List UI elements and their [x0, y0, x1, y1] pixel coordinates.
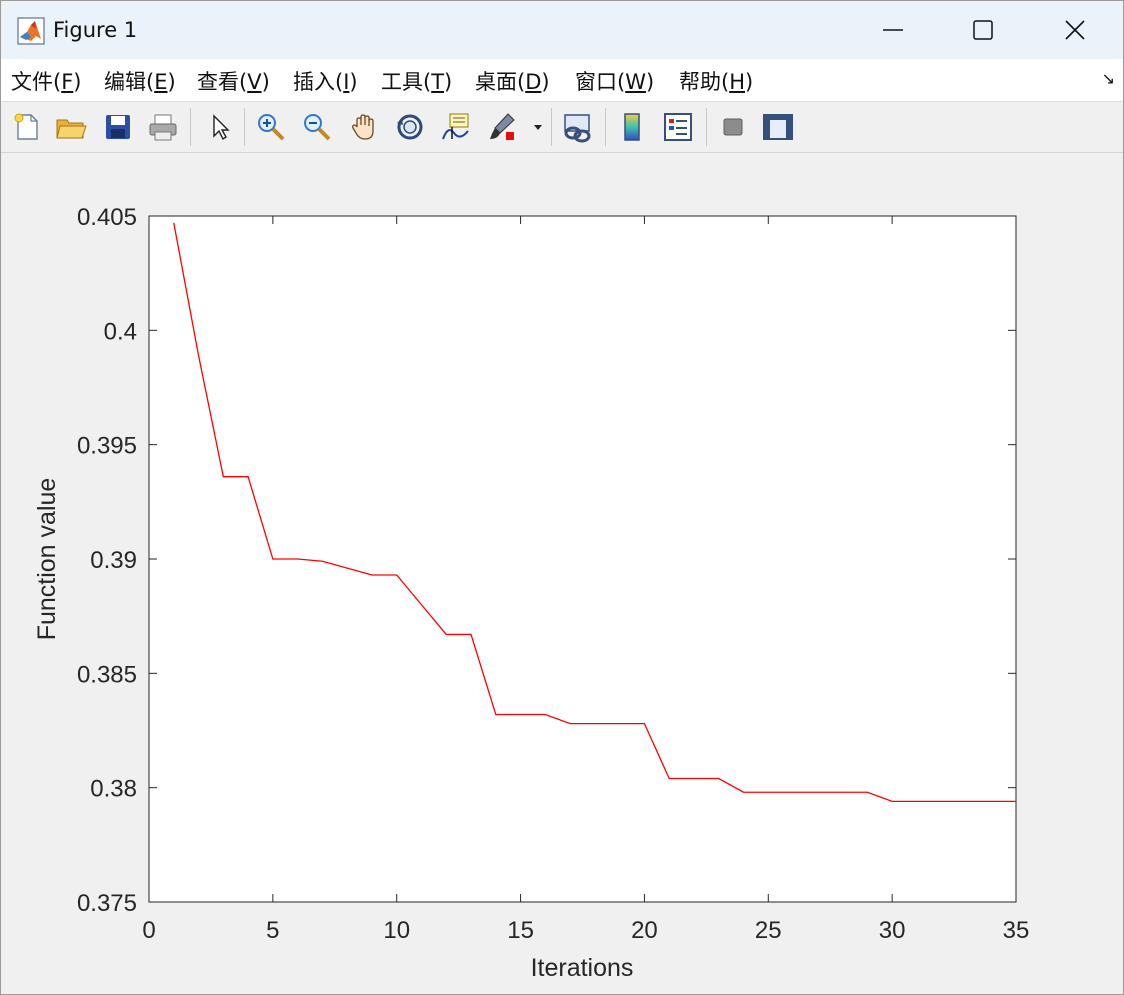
link-plot-button[interactable] [559, 108, 595, 146]
menu-help[interactable]: 帮助(H) [679, 66, 753, 96]
brush-dropdown-button[interactable] [528, 108, 548, 146]
figure-canvas[interactable]: 0 5 10 15 20 25 30 35 0.375 0.38 0.385 0.39 0.395 0.4… [1, 153, 1123, 994]
zoom-in-icon [258, 114, 285, 141]
y-tick-label: 0.385 [77, 661, 137, 688]
menu-window[interactable]: 窗口(W) [575, 66, 654, 96]
menu-bar: 文件(F) 编辑(E) 查看(V) 插入(I) 工具(T) 桌面(D) 窗口(W… [1, 59, 1123, 102]
close-button[interactable] [1029, 1, 1121, 59]
toolbar [1, 102, 1123, 153]
x-tick-label: 15 [507, 917, 534, 944]
zoom-out-button[interactable] [299, 108, 335, 146]
hide-plot-tools-icon [723, 118, 743, 136]
show-plot-tools-button[interactable] [760, 108, 796, 146]
link-plot-icon [564, 114, 591, 143]
toolbar-separator [551, 108, 552, 146]
matlab-logo-icon[interactable] [17, 17, 45, 45]
title-bar[interactable]: Figure 1 [1, 1, 1123, 59]
close-icon [1065, 20, 1085, 40]
zoom-out-icon [304, 114, 331, 141]
print-button[interactable] [145, 108, 181, 146]
pan-icon [352, 114, 374, 140]
window-title: Figure 1 [53, 18, 138, 42]
toolbar-separator [605, 108, 606, 146]
new-figure-button[interactable] [9, 108, 45, 146]
show-plot-tools-icon [763, 114, 793, 140]
hide-plot-tools-button[interactable] [715, 108, 751, 146]
menu-view[interactable]: 查看(V) [197, 66, 270, 96]
pointer-icon [213, 114, 230, 141]
menu-edit[interactable]: 编辑(E) [104, 66, 176, 96]
y-tick-label: 0.38 [90, 776, 137, 803]
print-icon [149, 114, 177, 141]
zoom-in-button[interactable] [253, 108, 289, 146]
rotate-3d-icon [397, 114, 423, 140]
x-tick-label: 0 [142, 917, 155, 944]
line-chart[interactable]: 0 5 10 15 20 25 30 35 0.375 0.38 0.385 0.39 0.395 0.4… [1, 153, 1123, 994]
menu-desktop[interactable]: 桌面(D) [475, 66, 550, 96]
legend-icon [664, 113, 692, 141]
brush-icon [490, 113, 515, 140]
toolbar-separator [706, 108, 707, 146]
x-axis-label: Iterations [531, 954, 634, 982]
brush-button[interactable] [484, 108, 520, 146]
maximize-button[interactable] [937, 1, 1029, 59]
data-cursor-button[interactable] [438, 108, 474, 146]
y-tick-label: 0.39 [90, 547, 137, 574]
figure-window: Figure 1 文件(F) 编辑(E) 查看(V) 插入(I) 工具(T) 桌… [0, 0, 1124, 995]
menu-file[interactable]: 文件(F) [11, 66, 82, 96]
x-tick-label: 25 [755, 917, 782, 944]
pan-button[interactable] [346, 108, 382, 146]
y-tick-label: 0.4 [104, 318, 137, 345]
x-tick-label: 10 [383, 917, 410, 944]
colorbar-icon [624, 113, 640, 141]
menu-tools[interactable]: 工具(T) [381, 66, 452, 96]
data-cursor-icon [442, 113, 469, 140]
colorbar-button[interactable] [614, 108, 650, 146]
new-figure-icon [14, 113, 38, 140]
rotate-3d-button[interactable] [392, 108, 428, 146]
minimize-icon [883, 29, 903, 31]
dropdown-arrow-icon [534, 125, 542, 130]
y-tick-label: 0.375 [77, 890, 137, 917]
menu-expand-icon[interactable]: ↘ [1102, 69, 1115, 88]
legend-button[interactable] [660, 108, 696, 146]
open-file-icon [56, 119, 87, 139]
menu-insert[interactable]: 插入(I) [293, 66, 358, 96]
maximize-icon [973, 20, 993, 40]
open-file-button[interactable] [53, 108, 89, 146]
y-tick-label: 0.405 [77, 204, 137, 231]
save-icon [106, 115, 130, 139]
y-axis-label: Function value [33, 478, 61, 641]
toolbar-separator [244, 108, 245, 146]
y-tick-label: 0.395 [77, 433, 137, 460]
x-tick-label: 30 [879, 917, 906, 944]
x-tick-label: 5 [266, 917, 279, 944]
x-tick-label: 35 [1003, 917, 1030, 944]
save-button[interactable] [100, 108, 136, 146]
minimize-button[interactable] [847, 1, 939, 59]
x-tick-label: 20 [631, 917, 658, 944]
toolbar-separator [190, 108, 191, 146]
pointer-button[interactable] [201, 108, 237, 146]
